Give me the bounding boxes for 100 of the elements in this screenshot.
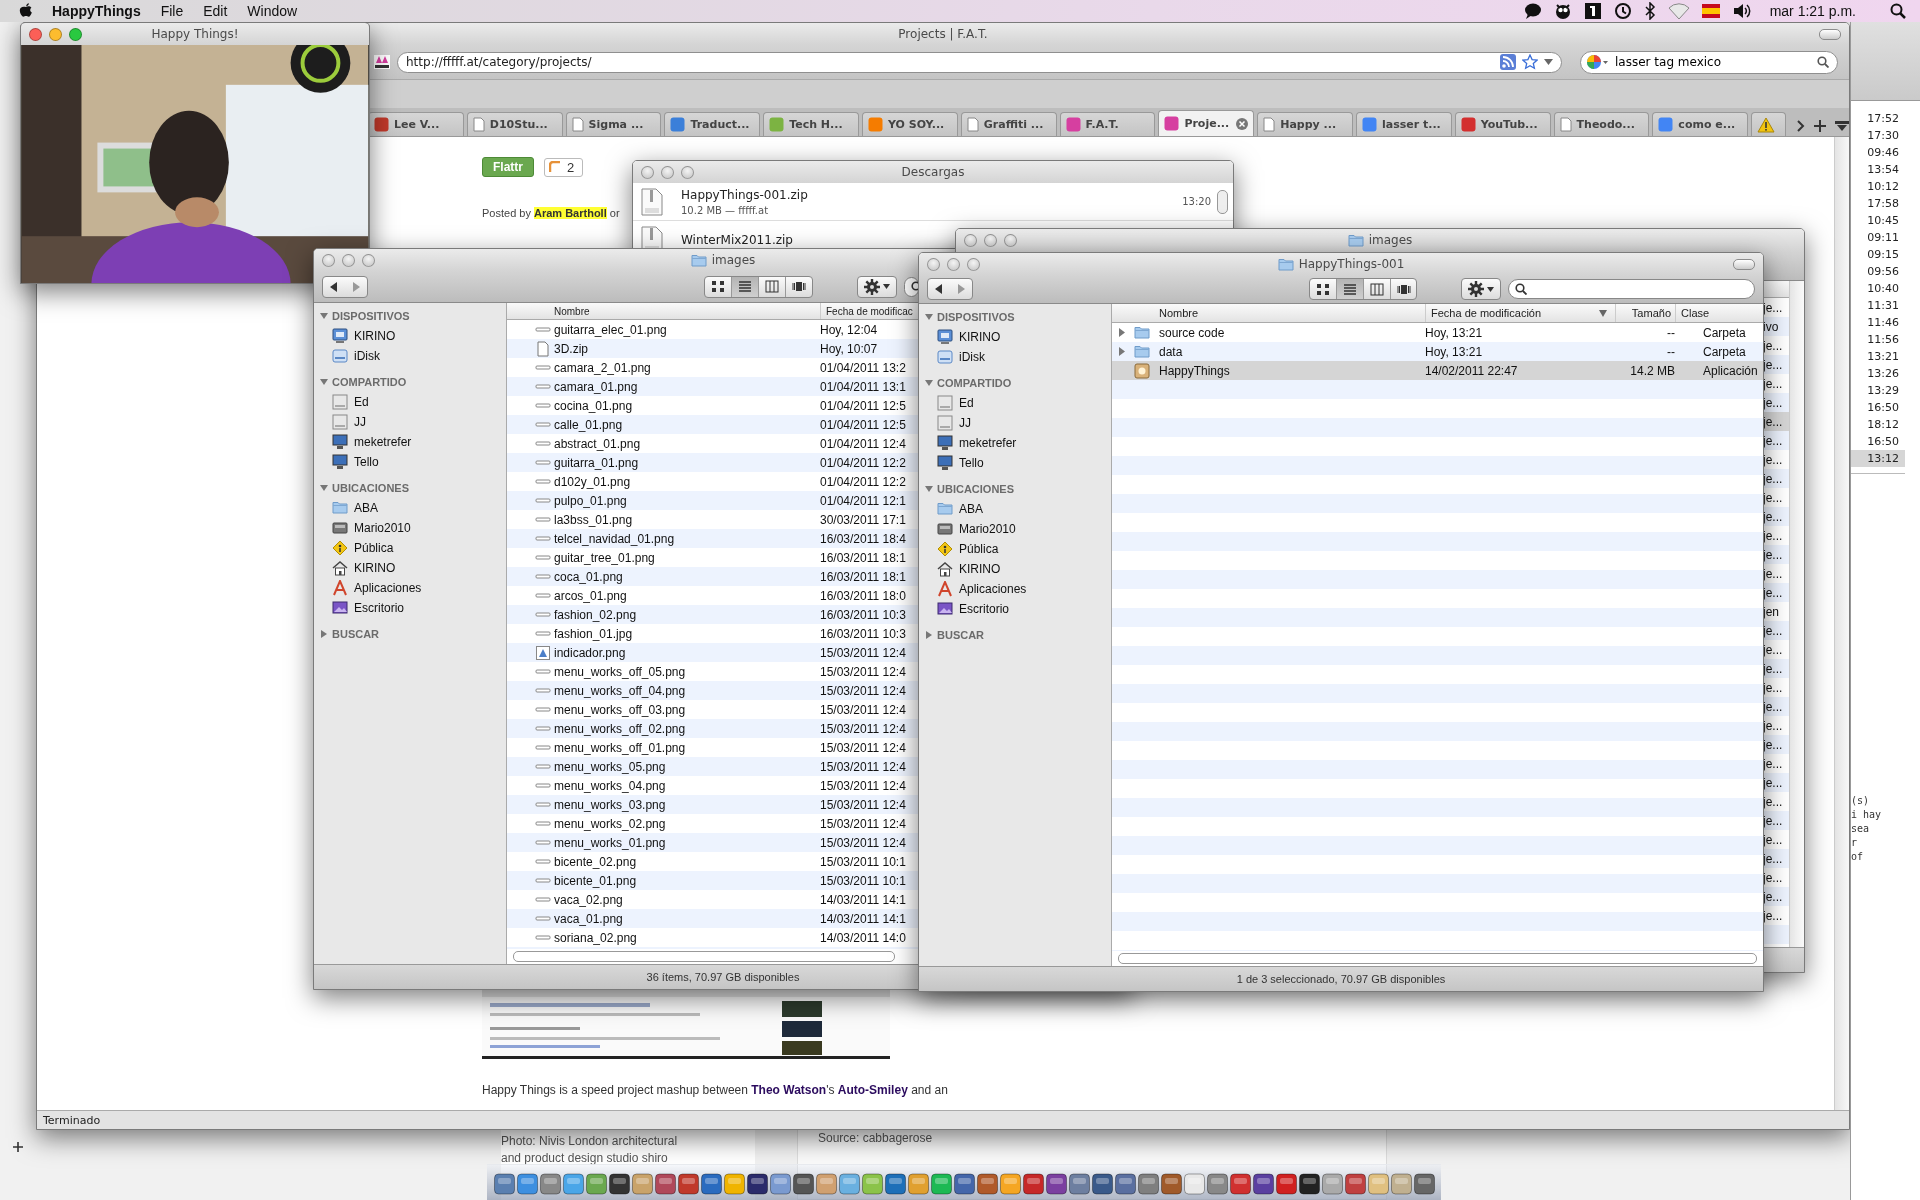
toolbar-button[interactable] [1819,28,1841,40]
file-row[interactable]: je... [1763,754,1789,773]
time-cell[interactable]: 10:45 [1851,212,1905,229]
disclosure-icon[interactable] [320,378,328,386]
browser-tab[interactable]: Lee V... [368,112,464,136]
sidebar-item[interactable]: JJ [919,413,1111,433]
file-row[interactable]: je... [1763,545,1789,564]
rss-icon[interactable] [1500,54,1516,70]
disclosure-icon[interactable] [925,631,933,639]
app-icon[interactable] [654,1172,676,1196]
file-row[interactable]: je... [1763,412,1789,431]
browser-tab[interactable]: lasser t... [1355,112,1452,136]
sidebar-item[interactable]: KIRINO [314,326,506,346]
browser-tab[interactable]: D10Stu... [466,112,563,136]
browser-tab[interactable]: Happy ... [1257,112,1353,136]
sidebar-item[interactable]: Mario2010 [919,519,1111,539]
sidebar-item[interactable]: Escritorio [314,598,506,618]
time-cell[interactable]: 13:12 [1851,450,1905,467]
browser-tab[interactable]: F.A.T. [1059,112,1156,136]
close-button[interactable] [964,233,977,247]
close-button[interactable] [927,257,940,271]
time-cell[interactable]: 11:46 [1851,314,1905,331]
column-header[interactable]: Nombre [554,303,820,319]
sidebar-item[interactable]: Tello [919,453,1111,473]
disclosure-icon[interactable] [320,312,328,320]
sidebar-item[interactable]: Mario2010 [314,518,506,538]
menu-item[interactable]: Edit [193,3,238,19]
flattr-counter[interactable]: 2 [544,157,584,177]
app-menu[interactable]: HappyThings [42,3,151,19]
time-cell[interactable]: 09:56 [1851,263,1905,280]
time-cell[interactable]: 17:30 [1851,127,1905,144]
file-name[interactable]: HappyThings-001.zip [681,187,808,202]
disclosure-icon[interactable] [925,379,933,387]
file-row[interactable]: je... [1763,355,1789,374]
column-header[interactable] [1763,281,1789,298]
browser-tab[interactable]: YouTub... [1454,112,1551,136]
browser-tab[interactable] [1751,112,1787,136]
search-field[interactable] [1508,279,1755,299]
search-field[interactable]: lasser tag mexico [1580,50,1838,74]
file-row[interactable]: je... [1763,678,1789,697]
file-row[interactable]: HappyThings 14/02/2011 22:47 14.2 MB Aplicación [1112,361,1763,380]
close-button[interactable] [322,253,335,267]
link[interactable]: Auto-Smiley [837,1083,908,1097]
file-name[interactable]: WinterMix2011.zip [681,232,793,247]
file-row[interactable]: je... [1763,830,1789,849]
app-icon[interactable] [677,1172,699,1196]
scrollbar[interactable] [1217,189,1228,214]
link[interactable]: Aram Bartholl [534,207,607,219]
add-icon[interactable] [13,1142,23,1152]
time-cell[interactable]: 17:58 [1851,195,1905,212]
file-row[interactable]: je... [1763,450,1789,469]
chevron-icon[interactable] [1797,120,1806,132]
file-row[interactable]: je... [1763,374,1789,393]
action-button[interactable] [857,275,897,298]
sidebar-item[interactable]: meketrefer [919,433,1111,453]
menu-item[interactable]: Window [237,3,308,19]
chat-icon[interactable] [1523,2,1542,20]
menu-icon[interactable] [1835,120,1849,132]
time-cell[interactable]: 13:54 [1851,161,1905,178]
minimize-button[interactable] [947,257,960,271]
time-cell[interactable]: 16:50 [1851,399,1905,416]
volume-icon[interactable] [1731,2,1752,20]
app-icon[interactable] [746,1172,768,1196]
time-cell[interactable]: 13:21 [1851,348,1905,365]
file-row[interactable]: je... [1763,431,1789,450]
app-icon[interactable] [1022,1172,1044,1196]
file-row[interactable]: je... [1763,811,1789,830]
browser-tab[interactable]: como e... [1652,112,1749,136]
toolbar-button[interactable] [1733,258,1755,270]
file-row[interactable]: je... [1763,640,1789,659]
bluetooth-icon[interactable] [1643,2,1656,20]
time-cell[interactable]: 10:40 [1851,280,1905,297]
link[interactable]: Theo Watson [751,1083,827,1097]
file-row[interactable]: je... [1763,393,1789,412]
file-row[interactable]: je... [1763,298,1789,317]
time-cell[interactable]: 16:50 [1851,433,1905,450]
zoom-button[interactable] [1004,233,1017,247]
file-row[interactable]: je... [1763,735,1789,754]
sidebar-item[interactable]: Pública [314,538,506,558]
file-row[interactable]: je... [1763,697,1789,716]
scrollbar[interactable] [1834,137,1849,1110]
app-icon[interactable] [1252,1172,1274,1196]
file-row[interactable]: je... [1763,906,1789,925]
app-icon[interactable] [608,1172,630,1196]
sidebar-item[interactable]: Pública [919,539,1111,559]
search-icon[interactable] [1890,3,1906,19]
file-row[interactable]: je... [1763,792,1789,811]
sidebar-item[interactable]: iDisk [919,347,1111,367]
owl-icon[interactable] [1553,2,1572,20]
browser-tab[interactable]: Proje... [1158,110,1255,136]
sidebar-item[interactable]: Escritorio [919,599,1111,619]
time-cell[interactable]: 13:26 [1851,365,1905,382]
column-header[interactable]: Fecha de modificac [820,303,913,319]
sidebar-item[interactable]: ABA [314,498,506,518]
browser-tab[interactable]: Graffiti ... [960,112,1057,136]
browser-tab[interactable]: Tech H... [763,112,859,136]
sidebar-item[interactable]: KIRINO [919,327,1111,347]
time-cell[interactable]: 18:12 [1851,416,1905,433]
file-row[interactable]: je... [1763,507,1789,526]
disclosure-icon[interactable] [1118,328,1126,337]
